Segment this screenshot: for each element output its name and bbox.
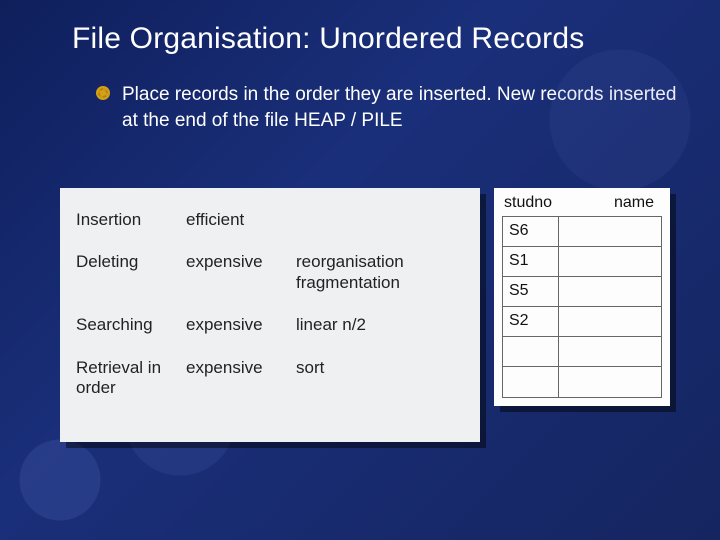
record-row: S5 — [503, 277, 661, 307]
gear-bullet-icon — [96, 86, 110, 100]
record-studno — [503, 367, 559, 397]
op-cost: expensive — [186, 350, 296, 413]
col-header-studno: studno — [504, 194, 564, 212]
table-row: Deleting expensive reorganisation fragme… — [76, 244, 464, 307]
record-name — [559, 337, 661, 366]
op-name: Insertion — [76, 202, 186, 244]
record-studno: S5 — [503, 277, 559, 306]
record-studno: S6 — [503, 217, 559, 246]
record-row: S6 — [503, 217, 661, 247]
operations-table: Insertion efficient Deleting expensive r… — [76, 202, 464, 412]
record-name — [559, 247, 661, 276]
operations-panel: Insertion efficient Deleting expensive r… — [60, 188, 480, 442]
col-header-name: name — [564, 194, 660, 212]
slide-title: File Organisation: Unordered Records — [0, 0, 720, 56]
record-row: S1 — [503, 247, 661, 277]
op-note: linear n/2 — [296, 307, 464, 349]
table-row: Retrieval in order expensive sort — [76, 350, 464, 413]
records-header: studno name — [502, 194, 662, 216]
record-row: S2 — [503, 307, 661, 337]
record-name — [559, 217, 661, 246]
op-cost: expensive — [186, 244, 296, 307]
table-row: Insertion efficient — [76, 202, 464, 244]
op-name: Searching — [76, 307, 186, 349]
table-row: Searching expensive linear n/2 — [76, 307, 464, 349]
op-note — [296, 202, 464, 244]
record-name — [559, 307, 661, 336]
op-note: reorganisation fragmentation — [296, 244, 464, 307]
record-studno: S2 — [503, 307, 559, 336]
bullet-text: Place records in the order they are inse… — [122, 82, 680, 133]
record-row — [503, 367, 661, 397]
records-panel: studno name S6 S1 S5 S2 — [494, 188, 670, 406]
op-cost: efficient — [186, 202, 296, 244]
op-name: Retrieval in order — [76, 350, 186, 413]
record-studno — [503, 337, 559, 366]
bullet-item: Place records in the order they are inse… — [0, 56, 720, 133]
record-studno: S1 — [503, 247, 559, 276]
records-grid: S6 S1 S5 S2 — [502, 216, 662, 398]
op-cost: expensive — [186, 307, 296, 349]
record-row — [503, 337, 661, 367]
record-name — [559, 367, 661, 397]
content-row: Insertion efficient Deleting expensive r… — [60, 188, 670, 442]
op-note: sort — [296, 350, 464, 413]
record-name — [559, 277, 661, 306]
op-name: Deleting — [76, 244, 186, 307]
